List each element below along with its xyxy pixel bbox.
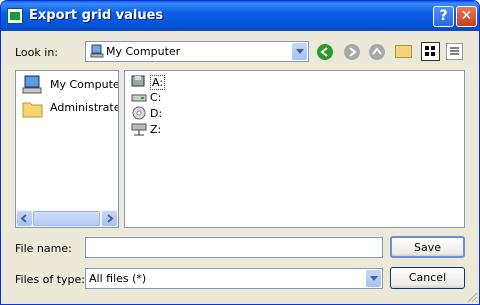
resize-grip-icon[interactable] bbox=[465, 290, 478, 303]
file-type-label: Files of type: bbox=[15, 273, 86, 286]
new-folder-icon[interactable] bbox=[395, 45, 412, 58]
detail-view-icon[interactable] bbox=[446, 43, 463, 60]
place-label: My Computer bbox=[50, 78, 119, 91]
places-panel[interactable]: My Computer Administrateur bbox=[15, 70, 119, 228]
title-bar[interactable]: Export grid values ? ✕ bbox=[1, 1, 479, 31]
cancel-button[interactable]: Cancel bbox=[390, 267, 465, 289]
scroll-left-icon[interactable] bbox=[17, 211, 32, 226]
my-computer-icon bbox=[90, 44, 104, 58]
drive-z[interactable]: Z: bbox=[131, 122, 161, 137]
export-dialog: Export grid values ? ✕ Look in: My Compu… bbox=[0, 0, 480, 305]
place-administrateur[interactable]: Administrateur bbox=[20, 97, 118, 119]
place-label: Administrateur bbox=[50, 101, 118, 114]
save-button[interactable]: Save bbox=[390, 236, 465, 258]
up-folder-icon[interactable] bbox=[369, 44, 385, 60]
drive-label: A: bbox=[150, 75, 166, 90]
drive-label: D: bbox=[150, 107, 163, 120]
cd-drive-icon bbox=[132, 106, 146, 120]
back-icon[interactable] bbox=[317, 44, 333, 60]
chevron-down-icon[interactable] bbox=[366, 270, 381, 287]
network-drive-icon bbox=[131, 123, 147, 136]
drive-a[interactable]: A: bbox=[131, 74, 166, 90]
my-computer-icon bbox=[22, 75, 42, 94]
look-in-value: My Computer bbox=[106, 45, 181, 58]
chevron-down-icon[interactable] bbox=[292, 43, 307, 60]
drive-c[interactable]: C: bbox=[131, 90, 161, 105]
file-name-input[interactable] bbox=[85, 237, 383, 258]
drive-label: C: bbox=[150, 91, 162, 104]
hard-drive-icon bbox=[131, 94, 147, 102]
app-icon bbox=[7, 8, 23, 24]
look-in-combo[interactable]: My Computer bbox=[85, 41, 309, 62]
place-my-computer[interactable]: My Computer bbox=[20, 74, 119, 96]
window-title: Export grid values bbox=[29, 8, 164, 23]
close-button[interactable]: ✕ bbox=[456, 6, 477, 27]
forward-icon[interactable] bbox=[344, 44, 360, 60]
file-name-label: File name: bbox=[15, 242, 72, 255]
help-button[interactable]: ? bbox=[433, 6, 454, 27]
look-in-label: Look in: bbox=[15, 46, 58, 59]
drive-label: Z: bbox=[150, 123, 162, 136]
file-type-combo[interactable]: All files (*) bbox=[85, 268, 383, 289]
scroll-right-icon[interactable] bbox=[102, 211, 117, 226]
drive-d[interactable]: D: bbox=[131, 106, 162, 121]
file-type-value: All files (*) bbox=[89, 272, 147, 285]
floppy-drive-icon bbox=[131, 75, 145, 87]
list-view-icon[interactable] bbox=[421, 42, 440, 61]
horizontal-scrollbar[interactable] bbox=[16, 210, 118, 227]
file-list-panel[interactable]: A: C: D: Z: bbox=[124, 70, 465, 228]
folder-icon bbox=[22, 102, 43, 118]
scroll-thumb[interactable] bbox=[33, 211, 100, 226]
